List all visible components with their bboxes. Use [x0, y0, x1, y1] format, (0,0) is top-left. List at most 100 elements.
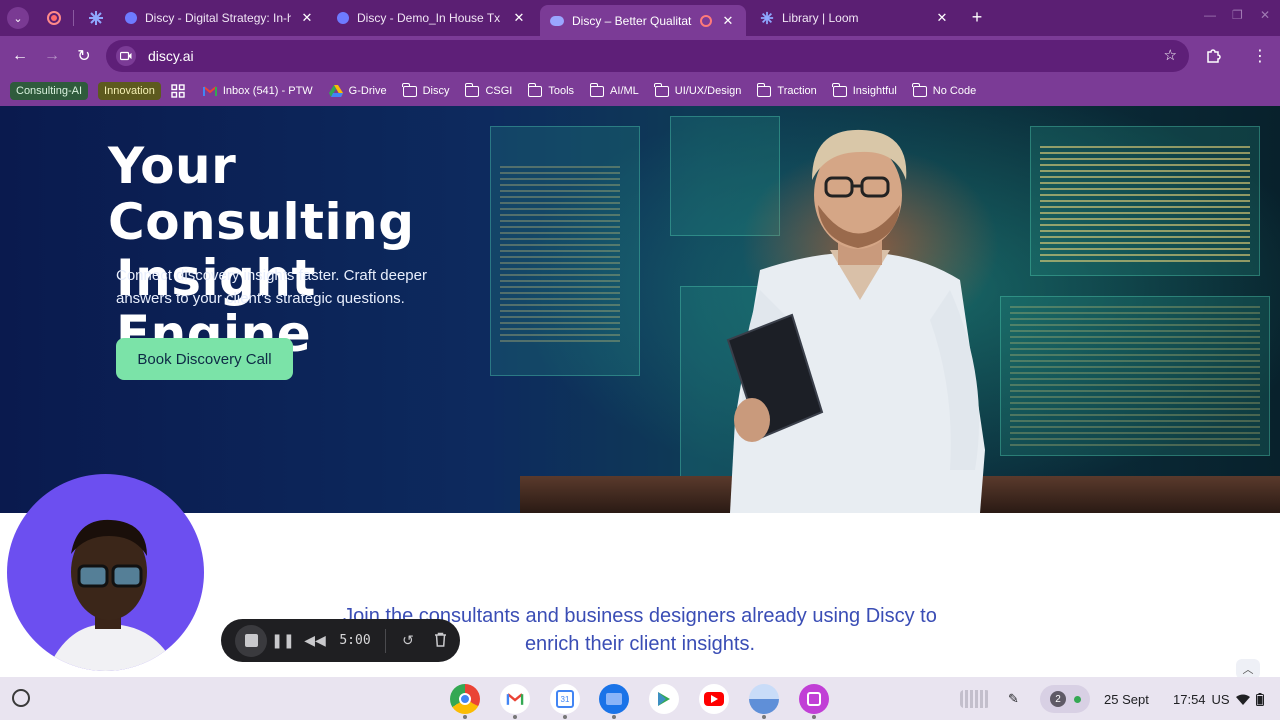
wifi-icon	[1235, 694, 1250, 705]
chrome-icon[interactable]	[450, 684, 480, 719]
calendar-icon[interactable]: 31	[550, 684, 580, 719]
arrow-left-icon: ←	[12, 47, 28, 64]
keyboard-icon[interactable]	[960, 685, 990, 713]
loom-icon	[89, 11, 103, 25]
browser-toolbar: ← → ↻ discy.ai ☆ ⋮	[0, 36, 1280, 76]
drive-icon	[328, 85, 343, 97]
discy-favicon-icon	[125, 12, 137, 24]
browser-menu-button[interactable]: ⋮	[1248, 44, 1272, 68]
pinned-tab-loom[interactable]	[82, 6, 110, 30]
book-discovery-call-button[interactable]: Book Discovery Call	[116, 338, 293, 380]
forward-button[interactable]: →	[40, 44, 64, 68]
close-icon[interactable]: ✕	[299, 10, 315, 26]
address-bar[interactable]: discy.ai ☆	[106, 40, 1189, 72]
pause-button[interactable]: ❚❚	[267, 632, 299, 649]
bookmark-folder-traction[interactable]: Traction	[756, 82, 817, 97]
pen-icon[interactable]: ✎	[1008, 685, 1019, 713]
webcam-bubble[interactable]	[7, 474, 204, 671]
bookmark-folder-insightful[interactable]: Insightful	[832, 82, 897, 97]
recording-timer: 5:00	[339, 633, 371, 648]
bookmark-label: No Code	[932, 85, 977, 97]
tab-discy-digital-strategy[interactable]: Discy - Digital Strategy: In-house ✕	[115, 4, 325, 32]
bookmark-g-drive[interactable]: G-Drive	[328, 85, 387, 97]
bookmark-folder-ui-ux-design[interactable]: UI/UX/Design	[654, 82, 741, 97]
back-button[interactable]: ←	[8, 44, 32, 68]
chevron-up-icon: ︿	[1242, 664, 1254, 676]
close-icon[interactable]: ✕	[720, 13, 736, 29]
maximize-icon[interactable]: ❐	[1232, 8, 1243, 22]
files-icon[interactable]	[599, 684, 629, 719]
notification-count-badge: 2	[1050, 691, 1066, 707]
close-icon[interactable]: ✕	[934, 10, 950, 26]
play-store-icon[interactable]	[649, 684, 679, 714]
bookmarks-bar: Consulting-AI Innovation Inbox (541) - P…	[0, 76, 1280, 106]
scroll-to-top-button[interactable]: ︿	[1236, 659, 1260, 679]
folder-icon	[654, 82, 669, 97]
apps-grid-icon[interactable]	[171, 84, 185, 98]
bookmark-folder-ai-ml[interactable]: AI/ML	[589, 82, 639, 97]
window-close-icon[interactable]: ✕	[1260, 8, 1270, 22]
stop-icon	[244, 634, 258, 647]
tab-group-innovation[interactable]: Innovation	[98, 82, 161, 100]
tab-group-consulting-ai[interactable]: Consulting-AI	[10, 82, 89, 100]
bookmark-inbox[interactable]: Inbox (541) - PTW	[202, 85, 313, 97]
gmail-icon[interactable]	[500, 684, 530, 719]
folder-icon	[527, 82, 543, 97]
bookmark-label: G-Drive	[348, 85, 387, 97]
folder-icon	[756, 82, 772, 97]
discy-favicon-icon	[550, 15, 564, 26]
delete-recording-button[interactable]	[424, 632, 456, 650]
pinned-tab-recorder[interactable]	[40, 6, 68, 30]
bookmark-folder-discy[interactable]: Discy	[402, 82, 449, 97]
hero-subtitle: Connect discovery insights faster. Craft…	[116, 267, 427, 307]
new-tab-button[interactable]: +	[966, 6, 988, 28]
folder-icon	[464, 82, 480, 97]
folder-icon	[589, 82, 605, 97]
extensions-button[interactable]	[1201, 44, 1225, 68]
minimize-icon[interactable]: —	[1204, 8, 1216, 22]
stop-recording-button[interactable]	[235, 624, 267, 657]
bookmark-folder-no-code[interactable]: No Code	[912, 82, 977, 97]
tab-title: Discy – Better Qualitative D	[572, 13, 692, 28]
youtube-icon[interactable]	[699, 684, 729, 714]
discy-favicon-icon	[337, 12, 349, 24]
reload-button[interactable]: ↻	[72, 44, 96, 68]
site-info-icon[interactable]	[116, 46, 136, 66]
bookmark-label: Insightful	[852, 85, 897, 97]
tab-strip: ⌄ Discy - Digital Strategy: In-house ✕ D…	[0, 0, 1280, 36]
presenter-video	[47, 519, 177, 671]
tab-title: Discy - Demo_In House Tx	[357, 11, 501, 25]
reload-icon: ↻	[77, 48, 91, 65]
tab-discy-active[interactable]: Discy – Better Qualitative D ✕	[540, 5, 746, 36]
bookmark-label: AI/ML	[610, 85, 639, 97]
more-vertical-icon: ⋮	[1252, 48, 1268, 65]
bookmark-star-icon[interactable]: ☆	[1164, 46, 1177, 64]
chevron-down-icon: ⌄	[13, 12, 23, 25]
folder-icon	[912, 82, 927, 97]
recording-controls: ❚❚ ◀◀ 5:00 ↺	[221, 619, 460, 662]
loom-icon	[760, 11, 774, 25]
divider	[385, 628, 386, 653]
close-icon[interactable]: ✕	[511, 10, 527, 26]
bookmark-folder-tools[interactable]: Tools	[527, 82, 574, 97]
tab-library-loom[interactable]: Library | Loom ✕	[750, 4, 960, 32]
restart-button[interactable]: ↺	[392, 632, 424, 649]
screencast-icon[interactable]	[799, 684, 829, 719]
os-shelf: 31 ✎ 2 25 Sept 17:54 US	[0, 677, 1280, 720]
battery-icon	[1255, 692, 1264, 706]
status-dot-icon	[1074, 695, 1081, 703]
rewind-button[interactable]: ◀◀	[299, 632, 331, 649]
url-text[interactable]: discy.ai	[148, 48, 194, 64]
launcher-icon[interactable]	[12, 689, 30, 707]
tab-discy-demo[interactable]: Discy - Demo_In House Tx ✕	[327, 4, 537, 32]
status-area[interactable]: 17:54 US	[1173, 685, 1264, 713]
bookmark-label: CSGI	[485, 85, 513, 97]
recording-indicator-icon	[700, 14, 712, 27]
tab-search-button[interactable]: ⌄	[7, 7, 29, 29]
puzzle-icon	[1207, 49, 1221, 63]
notification-area[interactable]: 2	[1050, 685, 1081, 713]
folder-icon	[402, 82, 417, 97]
app-icon[interactable]	[749, 684, 779, 719]
shelf-date[interactable]: 25 Sept	[1104, 685, 1149, 713]
bookmark-folder-csgi[interactable]: CSGI	[464, 82, 513, 97]
